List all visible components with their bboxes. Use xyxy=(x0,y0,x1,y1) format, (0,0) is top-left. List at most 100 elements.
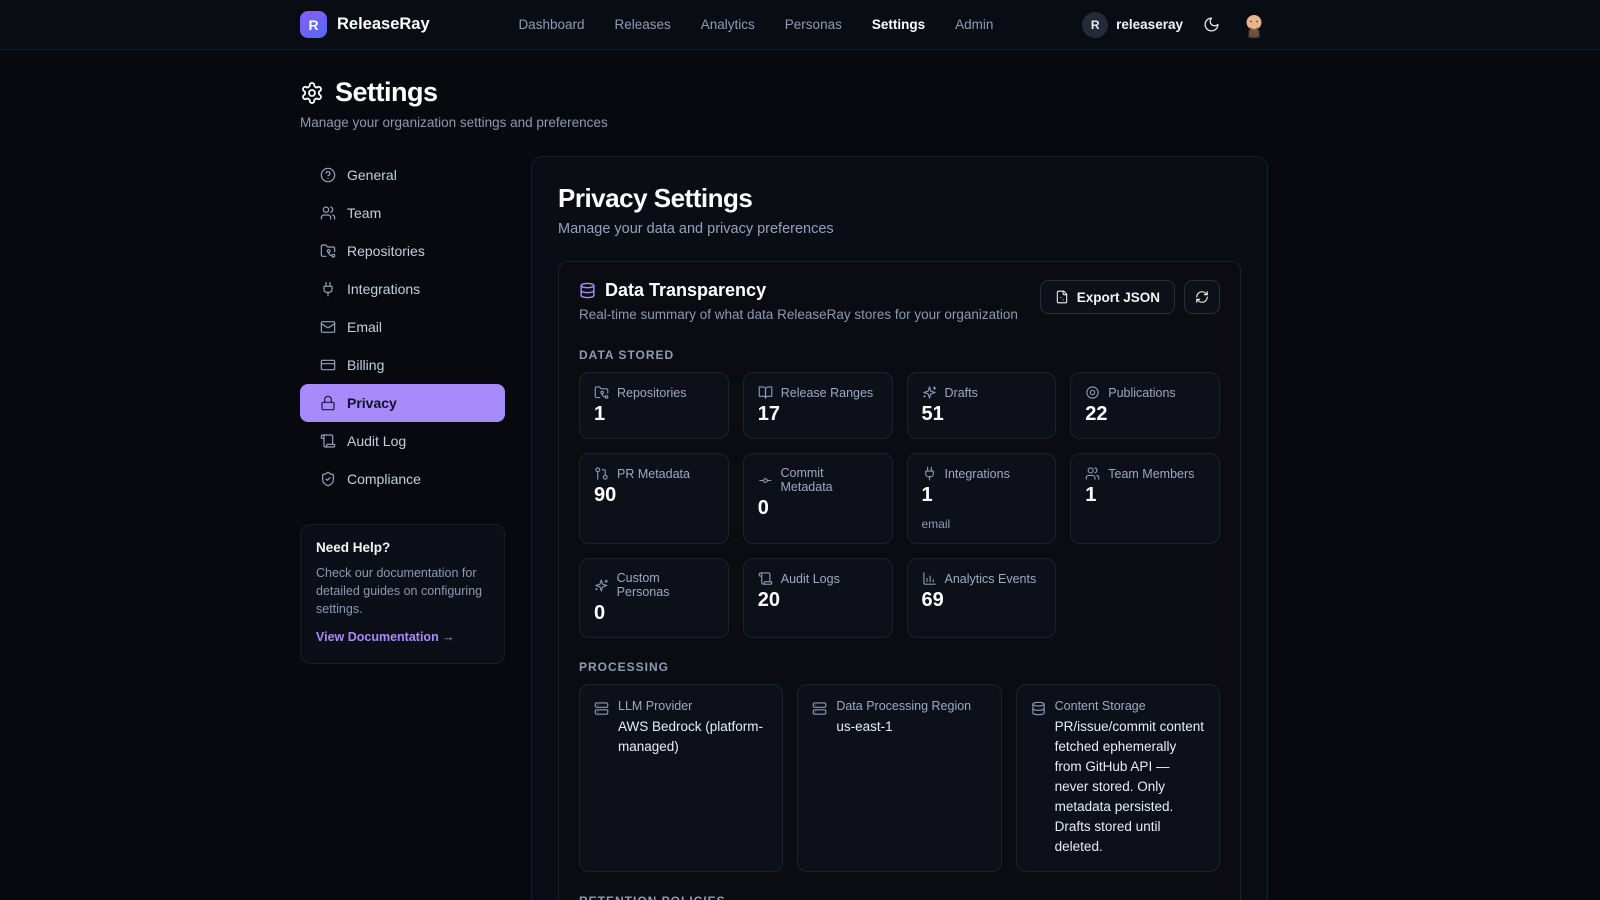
page-title: Settings xyxy=(335,77,438,108)
server-icon xyxy=(594,701,609,716)
users-icon xyxy=(320,205,336,221)
user-initial-badge: R xyxy=(1082,12,1108,38)
panel-title: Privacy Settings xyxy=(558,183,1241,214)
sidebar-item-integrations[interactable]: Integrations xyxy=(300,270,505,308)
stat-label: Commit Metadata xyxy=(781,466,878,494)
data-transparency-card: Data Transparency Real-time summary of w… xyxy=(558,261,1241,900)
git-pull-request-icon xyxy=(594,466,609,481)
folder-git-icon xyxy=(594,385,609,400)
sidebar-item-email[interactable]: Email xyxy=(300,308,505,346)
user-menu[interactable]: R releaseray xyxy=(1082,12,1183,38)
refresh-button[interactable] xyxy=(1184,280,1220,314)
stat-label: Audit Logs xyxy=(781,572,840,586)
database-icon xyxy=(1031,701,1046,716)
proc-label: Data Processing Region xyxy=(836,699,971,713)
proc-content-storage: Content Storage PR/issue/commit content … xyxy=(1016,684,1220,872)
nav-item-analytics[interactable]: Analytics xyxy=(701,17,755,32)
bar-chart-icon xyxy=(922,571,937,586)
need-help-card: Need Help? Check our documentation for d… xyxy=(300,524,505,664)
stat-value: 1 xyxy=(594,403,714,426)
sidebar-item-label: General xyxy=(347,167,397,183)
stat-value: 0 xyxy=(758,497,878,520)
nav-links: Dashboard Releases Analytics Personas Se… xyxy=(518,17,993,32)
user-name: releaseray xyxy=(1116,17,1183,32)
sidebar-item-label: Audit Log xyxy=(347,433,406,449)
git-commit-icon xyxy=(758,473,773,488)
scroll-icon xyxy=(758,571,773,586)
proc-value: AWS Bedrock (platform-managed) xyxy=(618,717,768,757)
stat-publications: Publications 22 xyxy=(1070,372,1220,439)
stat-label: PR Metadata xyxy=(617,467,690,481)
sidebar-item-label: Privacy xyxy=(347,395,397,411)
stat-value: 51 xyxy=(922,403,1042,426)
sidebar-item-team[interactable]: Team xyxy=(300,194,505,232)
privacy-settings-panel: Privacy Settings Manage your data and pr… xyxy=(531,156,1268,900)
stat-label: Integrations xyxy=(945,467,1010,481)
server-icon xyxy=(812,701,827,716)
folder-git-icon xyxy=(320,243,336,259)
database-icon xyxy=(579,282,596,299)
proc-value: PR/issue/commit content fetched ephemera… xyxy=(1055,717,1205,857)
stat-analytics-events: Analytics Events 69 xyxy=(907,558,1057,638)
proc-data-region: Data Processing Region us-east-1 xyxy=(797,684,1001,872)
section-processing: PROCESSING xyxy=(579,660,1220,674)
card-title: Data Transparency xyxy=(605,280,766,301)
sidebar-item-label: Email xyxy=(347,319,382,335)
sidebar-item-label: Team xyxy=(347,205,381,221)
stat-pr-metadata: PR Metadata 90 xyxy=(579,453,729,544)
help-body: Check our documentation for detailed gui… xyxy=(316,564,489,618)
sidebar-item-audit-log[interactable]: Audit Log xyxy=(300,422,505,460)
credit-card-icon xyxy=(320,357,336,373)
sidebar-item-compliance[interactable]: Compliance xyxy=(300,460,505,498)
sidebar-item-privacy[interactable]: Privacy xyxy=(300,384,505,422)
processing-grid: LLM Provider AWS Bedrock (platform-manag… xyxy=(579,684,1220,872)
sidebar-item-label: Repositories xyxy=(347,243,425,259)
sidebar-item-label: Integrations xyxy=(347,281,420,297)
stat-custom-personas: Custom Personas 0 xyxy=(579,558,729,638)
export-json-label: Export JSON xyxy=(1077,290,1160,305)
sidebar-item-label: Compliance xyxy=(347,471,421,487)
disc-icon xyxy=(1085,385,1100,400)
shield-check-icon xyxy=(320,471,336,487)
sidebar-item-general[interactable]: General xyxy=(300,156,505,194)
plug-icon xyxy=(922,466,937,481)
nav-item-releases[interactable]: Releases xyxy=(614,17,670,32)
stat-value: 20 xyxy=(758,589,878,612)
export-json-button[interactable]: Export JSON xyxy=(1040,280,1175,314)
stat-value: 1 xyxy=(1085,484,1205,507)
brand[interactable]: R ReleaseRay xyxy=(300,11,430,38)
stat-label: Drafts xyxy=(945,386,978,400)
sidebar-item-billing[interactable]: Billing xyxy=(300,346,505,384)
moon-icon xyxy=(1203,16,1220,33)
nav-item-settings[interactable]: Settings xyxy=(872,17,925,32)
top-nav: R ReleaseRay Dashboard Releases Analytic… xyxy=(0,0,1600,50)
panel-subtitle: Manage your data and privacy preferences xyxy=(558,221,1241,237)
view-documentation-link[interactable]: View Documentation → xyxy=(316,630,455,644)
sidebar-item-label: Billing xyxy=(347,357,384,373)
brand-logo: R xyxy=(300,11,327,38)
stat-repositories: Repositories 1 xyxy=(579,372,729,439)
stat-team-members: Team Members 1 xyxy=(1070,453,1220,544)
stat-integrations: Integrations 1 email xyxy=(907,453,1057,544)
lock-icon xyxy=(320,395,336,411)
sidebar-item-repositories[interactable]: Repositories xyxy=(300,232,505,270)
stat-label: Release Ranges xyxy=(781,386,873,400)
stat-value: 1 xyxy=(922,484,1042,507)
nav-item-dashboard[interactable]: Dashboard xyxy=(518,17,584,32)
user-avatar[interactable] xyxy=(1240,11,1268,39)
settings-sidebar: General Team Repositories Integrations E… xyxy=(300,156,505,664)
stat-value: 22 xyxy=(1085,403,1205,426)
dark-mode-toggle[interactable] xyxy=(1203,16,1220,34)
file-json-icon xyxy=(1055,290,1069,304)
plug-icon xyxy=(320,281,336,297)
users-icon xyxy=(1085,466,1100,481)
nav-item-personas[interactable]: Personas xyxy=(785,17,842,32)
stat-label: Publications xyxy=(1108,386,1175,400)
nav-item-admin[interactable]: Admin xyxy=(955,17,993,32)
card-subtitle: Real-time summary of what data ReleaseRa… xyxy=(579,307,1018,322)
mail-icon xyxy=(320,319,336,335)
proc-value: us-east-1 xyxy=(836,717,971,737)
stat-label: Repositories xyxy=(617,386,686,400)
stat-value: 69 xyxy=(922,589,1042,612)
settings-gear-icon xyxy=(300,81,324,105)
